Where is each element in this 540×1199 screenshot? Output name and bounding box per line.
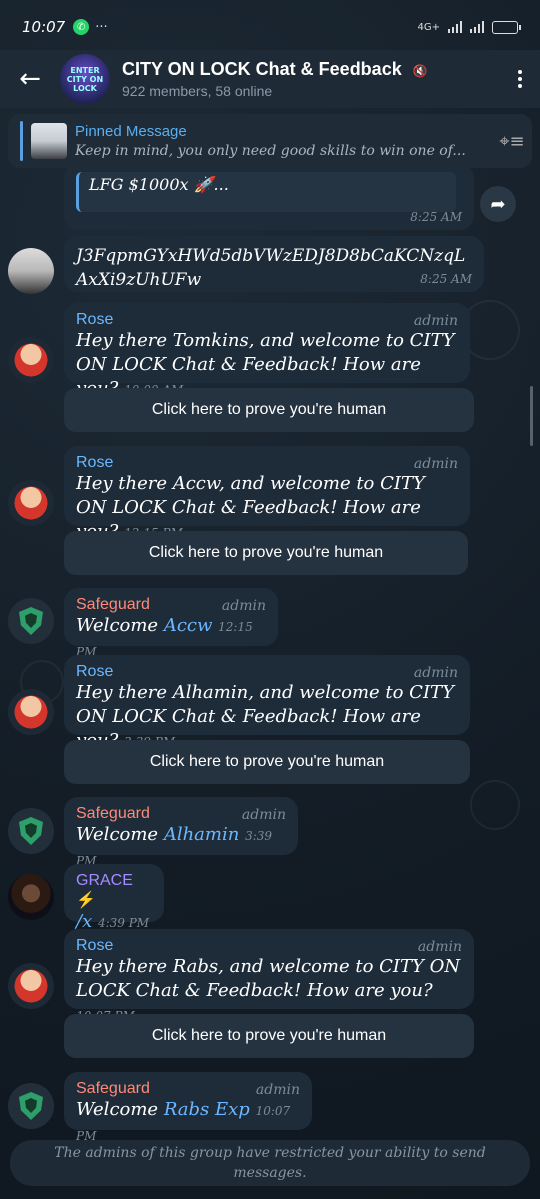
avatar[interactable] [8,1083,54,1129]
message-bubble[interactable]: Safeguard admin Welcome Alhamin 3:39 PM [64,797,298,868]
group-subtitle: 922 members, 58 online [122,83,273,99]
avatar[interactable] [8,808,54,854]
message-list: LFG $1000x 🚀... 8:25 AM ➦ J3FqpmGYxHWd5d… [0,0,540,1199]
message-bubble[interactable]: GRACE ⚡ /x 4:39 PM [64,864,164,932]
signal-icon [448,21,462,33]
header-text[interactable]: CITY ON LOCK Chat & Feedback 🔇 922 membe… [122,59,500,99]
pinned-message-bar[interactable]: Pinned Message Keep in mind, you only ne… [8,114,532,168]
sender-name[interactable]: GRACE ⚡ [76,872,152,910]
role-badge: admin [413,665,458,681]
restricted-notice: The admins of this group have restricted… [10,1140,530,1186]
pinned-thumbnail [31,123,67,159]
message-bubble[interactable]: Rose admin Hey there Alhamin, and welcom… [64,655,470,751]
chat-header: ← ENTER CITY ON LOCK CITY ON LOCK Chat &… [0,50,540,108]
pinned-preview: Keep in mind, you only need good skills … [75,143,466,159]
message-time: 8:25 AM [410,210,462,224]
mention-link[interactable]: Rabs Exp [164,1099,250,1120]
message-bubble[interactable]: Rose admin Hey there Tomkins, and welcom… [64,303,470,399]
group-avatar[interactable]: ENTER CITY ON LOCK [60,54,110,104]
role-badge: admin [413,456,458,472]
signal-icon [470,21,484,33]
pin-list-icon[interactable]: ⌖≡ [492,131,532,152]
verify-human-button[interactable]: Click here to prove you're human [64,740,470,784]
mention-link[interactable]: Accw [164,615,213,636]
quoted-message: LFG $1000x 🚀... [76,172,456,212]
sender-name[interactable]: Rose [76,311,458,329]
message-time: 8:25 AM [420,272,472,286]
role-badge: admin [413,313,458,329]
message-time: 4:39 PM [97,916,150,930]
verify-human-button[interactable]: Click here to prove you're human [64,388,474,432]
group-title: CITY ON LOCK Chat & Feedback [122,59,402,79]
network-label: 4G+ [417,21,441,33]
message-body: Welcome [76,824,159,845]
avatar-logo-bottom: CITY ON LOCK [66,74,104,93]
shield-icon [19,817,43,845]
message-text: J3FqpmGYxHWd5dbVWzEDJ8D8bCaKCNzqLAxXi9zU… [76,246,466,290]
sender-name[interactable]: Rose [76,663,458,681]
role-badge: admin [255,1082,300,1098]
group-avatar-logo: ENTER CITY ON LOCK [60,66,110,93]
verify-human-button[interactable]: Click here to prove you're human [64,1014,474,1058]
status-indicators: 4G+ [417,20,521,34]
verify-human-button[interactable]: Click here to prove you're human [64,531,468,575]
sender-name[interactable]: Rose [76,937,462,955]
quoted-text: LFG $1000x 🚀... [89,175,229,194]
forward-icon[interactable]: ➦ [480,186,516,222]
message-bubble[interactable]: J3FqpmGYxHWd5dbVWzEDJ8D8bCaKCNzqLAxXi9zU… [64,236,484,292]
message-bubble[interactable]: Rose admin Hey there Accw, and welcome t… [64,446,470,542]
back-arrow-icon[interactable]: ← [0,50,60,108]
avatar[interactable] [8,337,54,383]
more-vertical-icon[interactable] [500,50,540,108]
avatar[interactable] [8,248,54,294]
sender-name[interactable]: Rose [76,454,458,472]
pinned-indicator [20,121,23,161]
role-badge: admin [221,598,266,614]
mention-link[interactable]: Alhamin [164,824,240,845]
message-bubble[interactable]: Safeguard admin Welcome Rabs Exp 10:07 P… [64,1072,312,1143]
shield-icon [19,1092,43,1120]
avatar-logo-top: ENTER [70,65,100,75]
avatar[interactable] [8,598,54,644]
whatsapp-icon: ✆ [73,19,90,35]
scrollbar[interactable] [530,386,533,446]
message-body: Welcome [76,615,159,636]
pinned-title: Pinned Message [75,123,187,140]
pinned-text: Pinned Message Keep in mind, you only ne… [75,123,492,159]
status-time: 10:07 [22,18,66,36]
message-bubble[interactable]: Safeguard admin Welcome Accw 12:15 PM [64,588,278,659]
shield-icon [19,607,43,635]
avatar[interactable] [8,874,54,920]
status-bar: 10:07 ✆ ··· 4G+ [0,0,540,54]
message-text: LFG $1000x 🚀... [89,176,446,194]
avatar[interactable] [8,689,54,735]
status-overflow: ··· [95,19,108,35]
message-bubble[interactable]: LFG $1000x 🚀... 8:25 AM [64,164,474,230]
message-body: Hey there Rabs, and welcome to CITY ON L… [76,956,461,1001]
role-badge: admin [417,939,462,955]
battery-icon [492,20,521,34]
mute-icon: 🔇 [412,64,428,78]
avatar[interactable] [8,480,54,526]
role-badge: admin [241,807,286,823]
avatar[interactable] [8,963,54,1009]
message-bubble[interactable]: Rose admin Hey there Rabs, and welcome t… [64,929,474,1023]
message-body: Welcome [76,1099,159,1120]
